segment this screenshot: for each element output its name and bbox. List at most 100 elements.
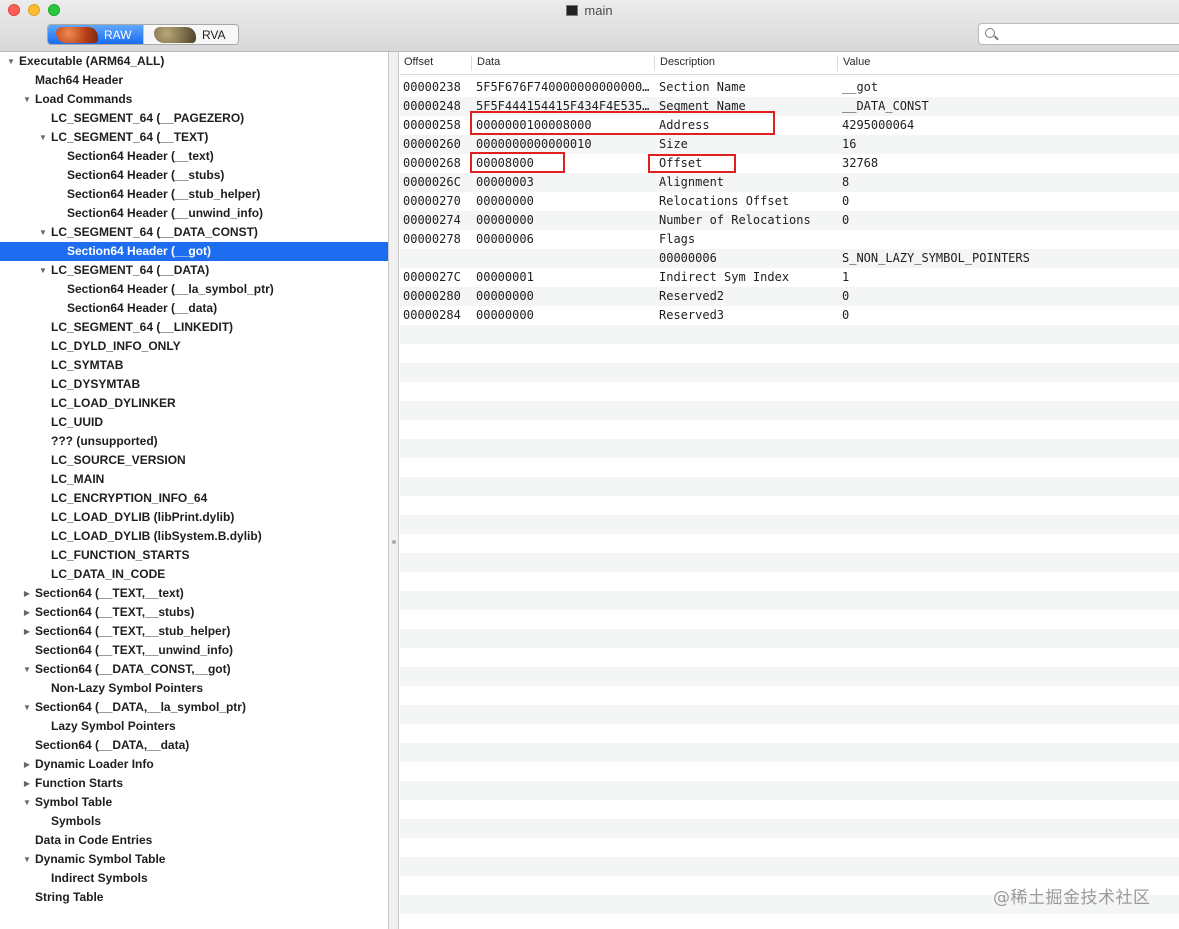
tree-item[interactable]: LC_DYSYMTAB (0, 375, 388, 394)
disclosure-expanded-icon[interactable]: ▼ (6, 52, 16, 71)
tree-item[interactable]: LC_SOURCE_VERSION (0, 451, 388, 470)
split-view-divider[interactable] (389, 52, 399, 929)
table-row[interactable]: 00000268 00008000 Offset 32768 (400, 154, 1179, 173)
tree-item-label: Symbol Table (35, 795, 113, 809)
tree-item[interactable]: Data in Code Entries (0, 831, 388, 850)
disclosure-expanded-icon[interactable]: ▼ (38, 261, 48, 280)
tree-item[interactable]: LC_DATA_IN_CODE (0, 565, 388, 584)
tree-item[interactable]: Section64 Header (__stub_helper) (0, 185, 388, 204)
table-row[interactable]: 00000270 00000000 Relocations Offset 0 (400, 192, 1179, 211)
tree-item[interactable]: Lazy Symbol Pointers (0, 717, 388, 736)
tree-item[interactable]: ▼ Section64 (__DATA_CONST,__got) (0, 660, 388, 679)
table-row[interactable]: 0000027C 00000001 Indirect Sym Index 1 (400, 268, 1179, 287)
table-row[interactable]: 00000274 00000000 Number of Relocations 0 (400, 211, 1179, 230)
tree-item[interactable]: ▶ Section64 (__TEXT,__stubs) (0, 603, 388, 622)
table-row[interactable]: 00000278 00000006 Flags (400, 230, 1179, 249)
table-row[interactable]: 00000006 S_NON_LAZY_SYMBOL_POINTERS (400, 249, 1179, 268)
disclosure-collapsed-icon[interactable]: ▶ (22, 774, 32, 793)
empty-row (400, 496, 1179, 515)
disclosure-expanded-icon[interactable]: ▼ (38, 223, 48, 242)
outline-tree[interactable]: ▼ Executable (ARM64_ALL) Mach64 Header ▼ Loa… (0, 52, 389, 929)
tree-item[interactable]: ▶ Section64 (__TEXT,__stub_helper) (0, 622, 388, 641)
tree-item[interactable]: Symbols (0, 812, 388, 831)
tree-item[interactable]: Section64 Header (__unwind_info) (0, 204, 388, 223)
tree-item[interactable]: ▼ LC_SEGMENT_64 (__DATA) (0, 261, 388, 280)
column-separator[interactable] (471, 56, 472, 71)
column-header-description[interactable]: Description (660, 56, 715, 68)
empty-row (400, 629, 1179, 648)
disclosure-expanded-icon[interactable]: ▼ (22, 90, 32, 109)
tree-item[interactable]: ▼ Symbol Table (0, 793, 388, 812)
tree-item-label: Executable (ARM64_ALL) (19, 54, 165, 68)
tree-item[interactable]: ▶ Dynamic Loader Info (0, 755, 388, 774)
tree-item[interactable]: Section64 Header (__stubs) (0, 166, 388, 185)
table-row[interactable]: 00000248 5F5F444154415F434F4E535… Segment … (400, 97, 1179, 116)
tree-item[interactable]: LC_LOAD_DYLINKER (0, 394, 388, 413)
tree-item[interactable]: Section64 Header (__text) (0, 147, 388, 166)
tree-item[interactable]: LC_ENCRYPTION_INFO_64 (0, 489, 388, 508)
tree-item-label: Indirect Symbols (51, 871, 148, 885)
divider-grip[interactable] (392, 540, 396, 544)
tree-item[interactable]: ▶ Section64 (__TEXT,__text) (0, 584, 388, 603)
disclosure-expanded-icon[interactable]: ▼ (22, 793, 32, 812)
search-field[interactable] (978, 23, 1179, 45)
disclosure-expanded-icon[interactable]: ▼ (22, 698, 32, 717)
tree-item[interactable]: ??? (unsupported) (0, 432, 388, 451)
column-separator[interactable] (837, 56, 838, 71)
tree-item[interactable]: LC_UUID (0, 413, 388, 432)
table-row[interactable]: 00000260 0000000000000010 Size 16 (400, 135, 1179, 154)
column-header-data[interactable]: Data (477, 56, 500, 68)
tree-item[interactable]: ▼ Dynamic Symbol Table (0, 850, 388, 869)
disclosure-expanded-icon[interactable]: ▼ (22, 660, 32, 679)
rva-button[interactable]: RVA (142, 25, 238, 44)
table-row[interactable]: 0000026C 00000003 Alignment 8 (400, 173, 1179, 192)
detail-table[interactable]: Offset Data Description Value 00000238 5F… (400, 52, 1179, 929)
tree-item[interactable]: Section64 Header (__data) (0, 299, 388, 318)
disclosure-collapsed-icon[interactable]: ▶ (22, 622, 32, 641)
column-separator[interactable] (654, 56, 655, 71)
column-header-offset[interactable]: Offset (404, 56, 433, 68)
tree-item[interactable]: Non-Lazy Symbol Pointers (0, 679, 388, 698)
cell-value: __got (842, 80, 879, 94)
table-row[interactable]: 00000280 00000000 Reserved2 0 (400, 287, 1179, 306)
tree-item-label: LC_SEGMENT_64 (__DATA_CONST) (51, 225, 258, 239)
tree-item[interactable]: Section64 (__DATA,__data) (0, 736, 388, 755)
tree-item[interactable]: Section64 Header (__got) (0, 242, 388, 261)
tree-item[interactable]: LC_SEGMENT_64 (__LINKEDIT) (0, 318, 388, 337)
tree-item[interactable]: LC_LOAD_DYLIB (libSystem.B.dylib) (0, 527, 388, 546)
raw-rva-segmented-control[interactable]: RAW RVA (47, 24, 239, 45)
tree-item[interactable]: LC_FUNCTION_STARTS (0, 546, 388, 565)
column-header-value[interactable]: Value (843, 56, 870, 68)
tree-item[interactable]: LC_DYLD_INFO_ONLY (0, 337, 388, 356)
raw-button[interactable]: RAW (48, 25, 143, 44)
tree-item[interactable]: String Table (0, 888, 388, 907)
tree-item[interactable]: Indirect Symbols (0, 869, 388, 888)
tree-item[interactable]: LC_LOAD_DYLIB (libPrint.dylib) (0, 508, 388, 527)
disclosure-expanded-icon[interactable]: ▼ (38, 128, 48, 147)
tree-item[interactable]: ▼ Executable (ARM64_ALL) (0, 52, 388, 71)
tree-item[interactable]: ▼ Section64 (__DATA,__la_symbol_ptr) (0, 698, 388, 717)
tree-item[interactable]: Mach64 Header (0, 71, 388, 90)
search-input[interactable] (1001, 26, 1179, 42)
table-row[interactable]: 00000238 5F5F676F740000000000000… Section … (400, 78, 1179, 97)
tree-item[interactable]: Section64 Header (__la_symbol_ptr) (0, 280, 388, 299)
tree-item-label: LC_FUNCTION_STARTS (51, 548, 190, 562)
table-row[interactable]: 00000258 0000000100008000 Address 429500006… (400, 116, 1179, 135)
cell-data: 0000000100008000 (476, 118, 592, 132)
cell-value: S_NON_LAZY_SYMBOL_POINTERS (842, 251, 1030, 265)
tree-item[interactable]: LC_MAIN (0, 470, 388, 489)
tree-item-label: LC_SOURCE_VERSION (51, 453, 186, 467)
tree-item[interactable]: LC_SEGMENT_64 (__PAGEZERO) (0, 109, 388, 128)
tree-item[interactable]: Section64 (__TEXT,__unwind_info) (0, 641, 388, 660)
disclosure-expanded-icon[interactable]: ▼ (22, 850, 32, 869)
table-row[interactable]: 00000284 00000000 Reserved3 0 (400, 306, 1179, 325)
tree-item[interactable]: ▼ LC_SEGMENT_64 (__DATA_CONST) (0, 223, 388, 242)
disclosure-collapsed-icon[interactable]: ▶ (22, 603, 32, 622)
tree-item[interactable]: LC_SYMTAB (0, 356, 388, 375)
tree-item[interactable]: ▼ LC_SEGMENT_64 (__TEXT) (0, 128, 388, 147)
tree-item[interactable]: ▼ Load Commands (0, 90, 388, 109)
disclosure-collapsed-icon[interactable]: ▶ (22, 584, 32, 603)
tree-item-label: LC_SEGMENT_64 (__PAGEZERO) (51, 111, 245, 125)
disclosure-collapsed-icon[interactable]: ▶ (22, 755, 32, 774)
tree-item[interactable]: ▶ Function Starts (0, 774, 388, 793)
